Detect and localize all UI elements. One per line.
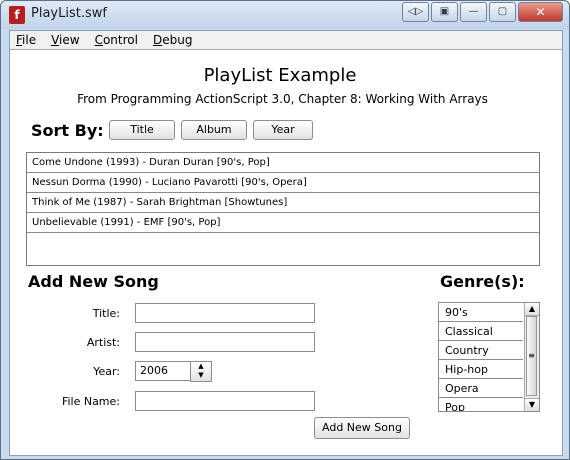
artist-input[interactable] [135,332,315,352]
menu-view[interactable]: View [45,31,88,49]
window-menu-button[interactable]: ▣ [431,2,458,22]
title-input[interactable] [135,303,315,323]
genre-list-item[interactable]: Classical [439,322,523,341]
year-stepper[interactable]: ▲ ▼ [190,361,212,382]
genre-list-item[interactable]: Pop [439,398,523,411]
title-label: Title: [92,307,120,320]
stepper-up-icon[interactable]: ▲ [191,362,211,371]
menu-file[interactable]: File [10,31,45,49]
maximize-button[interactable]: ▢ [489,2,516,22]
flash-app-icon: f [9,6,25,24]
sort-album-button[interactable]: Album [181,120,247,140]
menu-control[interactable]: Control [89,31,147,49]
menu-debug[interactable]: Debug [147,31,201,49]
genre-list-item[interactable]: Country [439,341,523,360]
minimize-button[interactable]: — [460,2,487,22]
flash-stage: PlayList Example From Programming Action… [10,50,562,455]
scroll-thumb[interactable]: ≡ [526,316,537,396]
file-name-label: File Name: [61,395,120,408]
song-list-item[interactable]: Come Undone (1993) - Duran Duran [90's, … [27,153,539,173]
page-subtitle: From Programming ActionScript 3.0, Chapt… [77,92,488,106]
song-list-item[interactable]: Think of Me (1987) - Sarah Brightman [Sh… [27,193,539,213]
scroll-up-arrow-icon[interactable]: ▲ [525,303,539,316]
song-list-item[interactable]: Nessun Dorma (1990) - Luciano Pavarotti … [27,173,539,193]
genre-scrollbar[interactable]: ▲ ≡ ▼ [524,303,539,411]
song-list[interactable]: Come Undone (1993) - Duran Duran [90's, … [26,152,540,266]
stepper-down-icon[interactable]: ▼ [191,371,211,380]
switch-window-button[interactable]: ◁▷ [402,2,429,22]
add-new-song-button[interactable]: Add New Song [314,417,410,439]
window-controls: ◁▷ ▣ — ▢ ✕ [402,2,563,22]
scroll-down-arrow-icon[interactable]: ▼ [525,398,539,411]
add-song-heading: Add New Song [28,272,159,291]
genre-list[interactable]: 90's Classical Country Hip-hop Opera Pop… [438,302,540,412]
page-title: PlayList Example [203,65,357,86]
sort-year-button[interactable]: Year [253,120,313,140]
year-stepper-input[interactable]: 2006 [135,361,191,381]
genre-list-item[interactable]: 90's [439,303,523,322]
genre-list-item[interactable]: Opera [439,379,523,398]
app-window: f PlayList.swf ◁▷ ▣ — ▢ ✕ File View Cont… [0,0,570,460]
song-list-item[interactable]: Unbelievable (1991) - EMF [90's, Pop] [27,213,539,233]
artist-label: Artist: [86,336,120,349]
genre-list-item[interactable]: Hip-hop [439,360,523,379]
year-label: Year: [93,365,120,378]
client-area: File View Control Debug PlayList Example… [9,30,563,456]
sort-title-button[interactable]: Title [109,120,175,140]
sort-by-label: Sort By: [31,121,104,140]
close-button[interactable]: ✕ [518,2,563,22]
window-title: PlayList.swf [31,6,107,21]
title-bar[interactable]: f PlayList.swf ◁▷ ▣ — ▢ ✕ [1,1,569,29]
file-name-input[interactable] [135,391,315,411]
genres-heading: Genre(s): [440,272,525,291]
menu-bar: File View Control Debug [10,31,562,50]
